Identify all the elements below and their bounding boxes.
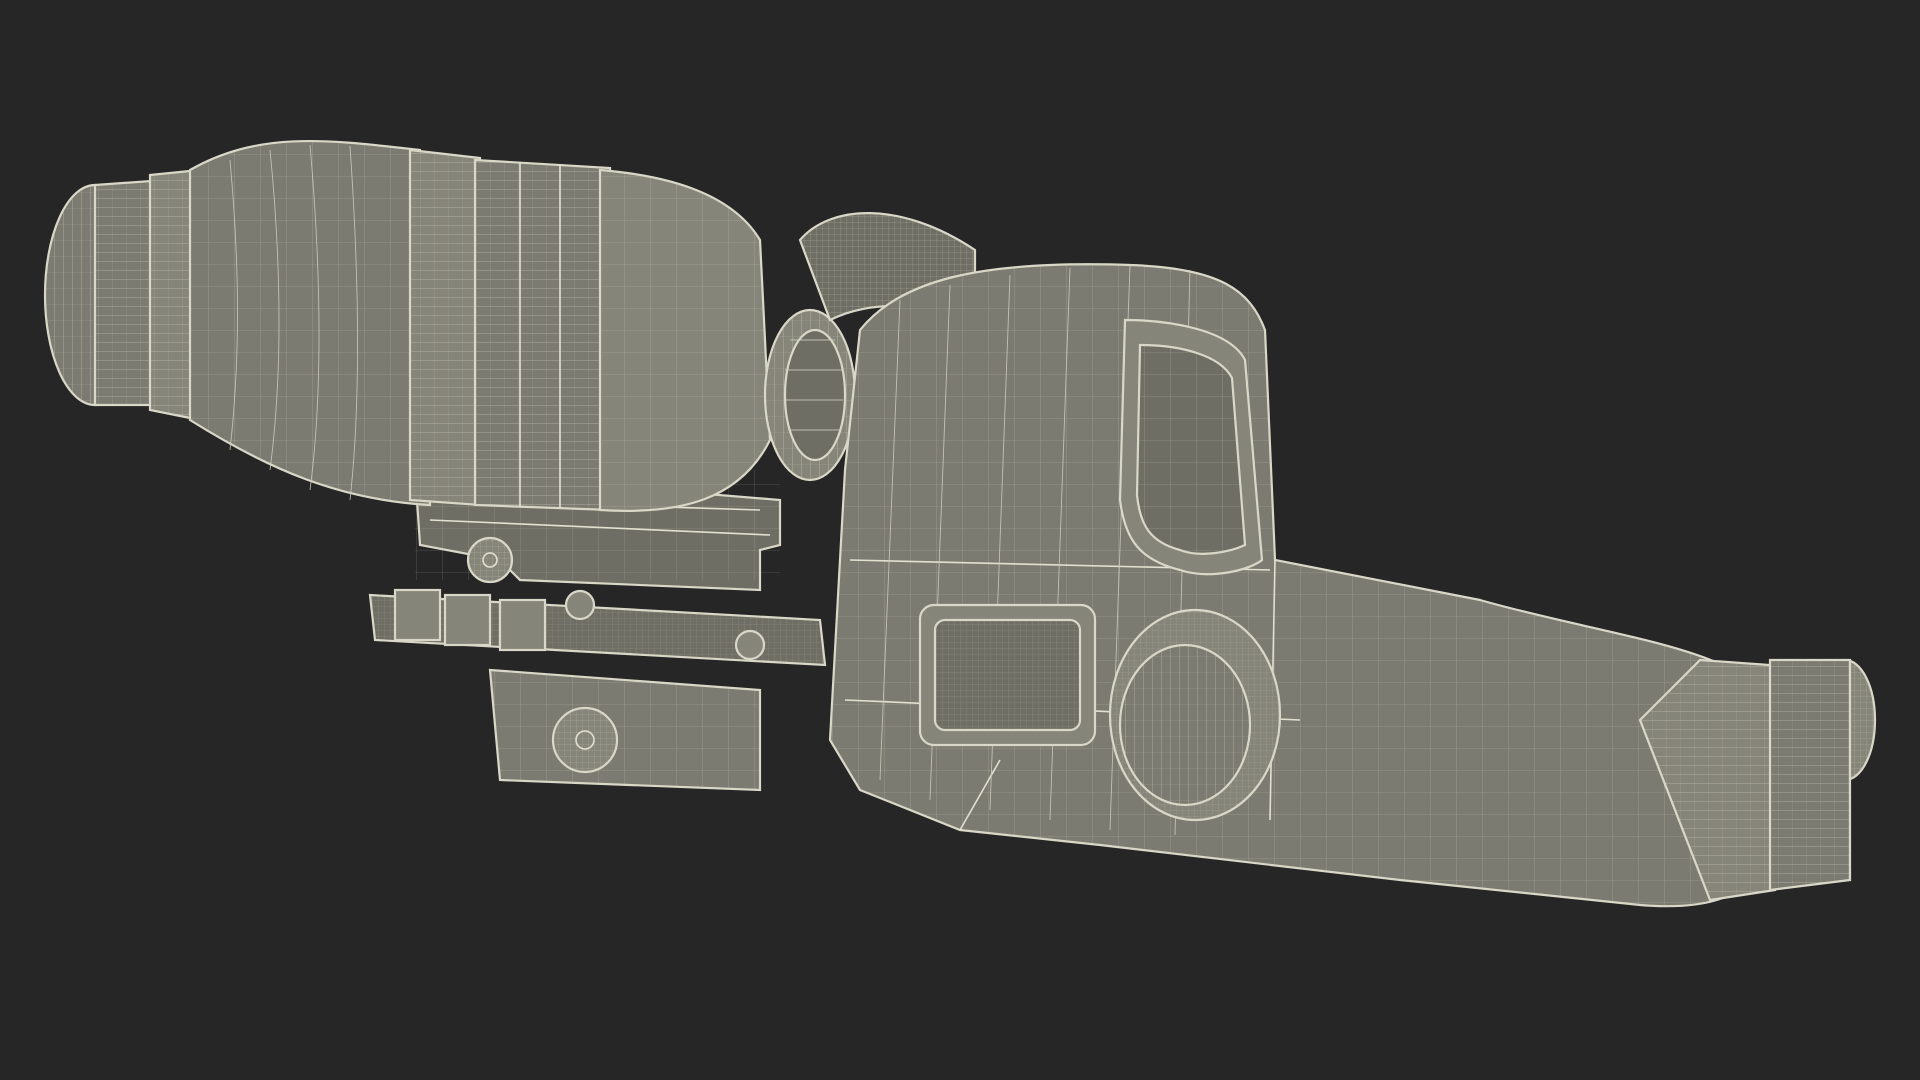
magnifier-objective bbox=[763, 308, 857, 482]
side-panel bbox=[918, 603, 1097, 747]
magnifier-scope bbox=[43, 139, 857, 592]
wireframe-model bbox=[43, 139, 1877, 908]
rail-mount bbox=[368, 588, 827, 792]
sight-window bbox=[1118, 318, 1264, 576]
holographic-sight bbox=[828, 263, 1877, 908]
render-viewport bbox=[0, 0, 1920, 1080]
magnifier-body bbox=[188, 139, 772, 512]
adjustment-knob bbox=[1108, 608, 1282, 822]
sight-housing bbox=[828, 263, 1772, 908]
magnifier-eyepiece bbox=[43, 168, 202, 422]
